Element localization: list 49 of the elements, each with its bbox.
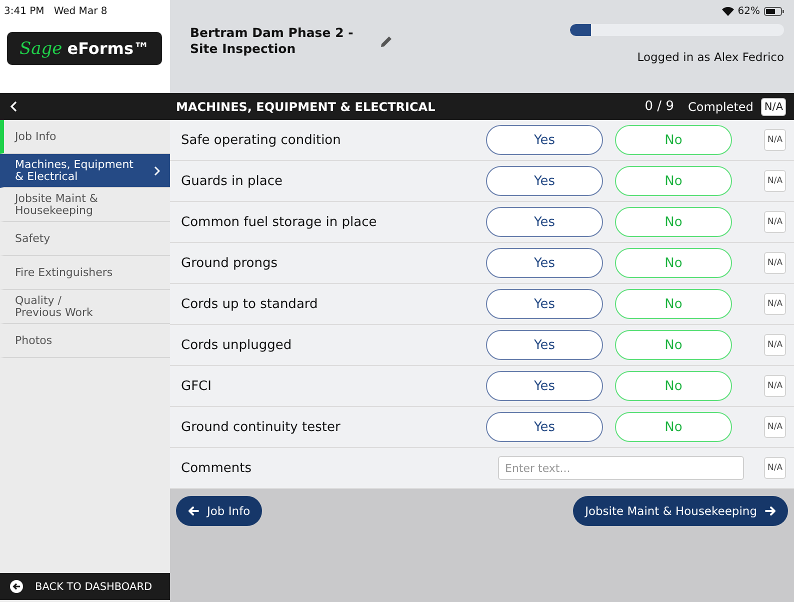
question-label: Ground continuity tester — [181, 420, 342, 434]
status-time: 3:41 PM Wed Mar 8 — [4, 6, 108, 17]
question-label: Guards in place — [181, 174, 284, 188]
yes-button[interactable]: Yes — [486, 412, 603, 442]
form-title: Bertram Dam Phase 2 - Site Inspection — [190, 25, 354, 57]
question-label: Ground prongs — [181, 256, 278, 270]
question-label: Common fuel storage in place — [181, 214, 378, 230]
comments-field[interactable]: Enter text... — [498, 456, 744, 480]
na-button[interactable]: N/A — [764, 416, 786, 438]
sidebar-item[interactable]: Machines, Equipment & Electrical — [0, 154, 170, 188]
na-button[interactable]: N/A — [764, 129, 786, 151]
question-label: GFCI — [181, 378, 212, 394]
na-button[interactable]: N/A — [764, 375, 786, 397]
chevron-left-icon[interactable] — [10, 101, 17, 112]
battery-icon — [764, 7, 784, 16]
previous-section-button[interactable]: Job Info — [176, 496, 262, 526]
question-label: Safe operating condition — [181, 132, 342, 148]
pencil-icon[interactable] — [380, 35, 393, 48]
yes-button[interactable]: Yes — [486, 248, 603, 278]
na-button[interactable]: N/A — [764, 170, 786, 192]
yes-button[interactable]: Yes — [486, 207, 603, 237]
na-button[interactable]: N/A — [764, 252, 786, 274]
na-button[interactable]: N/A — [761, 98, 786, 116]
question-label: Cords unplugged — [181, 338, 293, 352]
logo: Sage eForms™ — [7, 32, 162, 65]
completed-label: Completed — [688, 100, 754, 114]
chevron-right-icon — [154, 166, 160, 176]
yes-button[interactable]: Yes — [486, 289, 603, 319]
wifi-icon — [722, 7, 734, 16]
yes-button[interactable]: Yes — [486, 371, 603, 401]
yes-button[interactable]: Yes — [486, 125, 603, 155]
sidebar-item[interactable]: Job Info — [0, 120, 170, 154]
battery-percent: 62% — [738, 6, 760, 17]
question-label: Cords up to standard — [181, 296, 319, 312]
back-to-dashboard-button[interactable]: BACK TO DASHBOARD — [0, 573, 170, 600]
na-button[interactable]: N/A — [764, 293, 786, 315]
yes-button[interactable]: Yes — [486, 166, 603, 196]
yes-button[interactable]: Yes — [486, 330, 603, 360]
arrow-right-icon — [765, 506, 776, 516]
na-button[interactable]: N/A — [764, 211, 786, 233]
question-label: Comments — [181, 460, 252, 476]
completed-count: 0 / 9 — [644, 99, 674, 114]
na-button[interactable]: N/A — [764, 334, 786, 356]
na-button[interactable]: N/A — [764, 457, 786, 479]
section-title: MACHINES, EQUIPMENT & ELECTRICAL — [176, 100, 436, 114]
arrow-left-icon — [188, 506, 199, 516]
arrow-left-circle-icon — [10, 580, 23, 593]
next-section-button[interactable]: Jobsite Maint & Housekeeping — [573, 496, 788, 526]
logged-in-user: Logged in as Alex Fedrico — [637, 50, 784, 64]
